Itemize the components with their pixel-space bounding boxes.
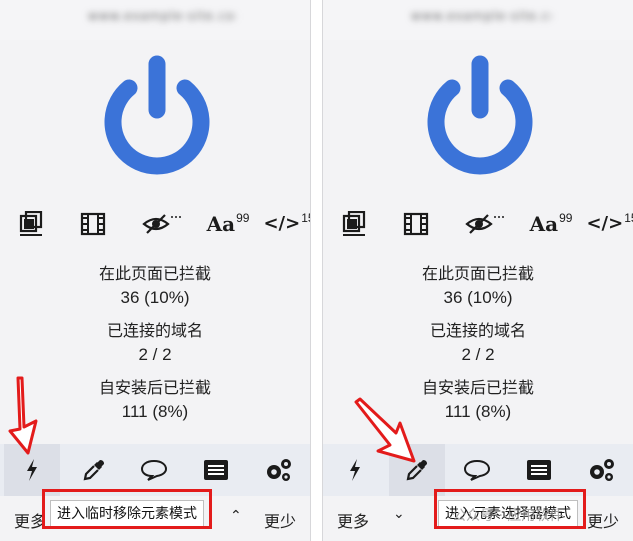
stat-label-domains: 已连接的域名 [106, 321, 203, 340]
script-count: 15 [301, 210, 310, 225]
hostname-label: www.example-site.com [88, 9, 236, 23]
dashboard-button[interactable] [250, 444, 306, 496]
list-icon [527, 460, 551, 480]
gears-icon [590, 459, 614, 481]
eye-slash-icon[interactable] [140, 196, 184, 251]
script-label: </> [263, 213, 301, 234]
panel-divider [310, 0, 323, 541]
list-icon [204, 460, 228, 480]
eyedropper-icon [83, 460, 104, 481]
speech-bubble-icon [463, 459, 491, 481]
eye-slash-icon[interactable] [463, 196, 507, 251]
stat-label-blocked-page: 在此页面已拦截 [421, 264, 534, 283]
fonts-label: Aa [206, 211, 236, 236]
fonts-label: Aa [529, 211, 559, 236]
annotation-box-right [434, 489, 586, 529]
stat-value-domains: 2 / 2 [461, 345, 495, 364]
annotation-arrow-left [8, 376, 38, 455]
cosmetic-filter-icon[interactable] [337, 196, 371, 251]
fonts-count: 99 [236, 210, 250, 225]
stat-label-blocked-page: 在此页面已拦截 [98, 264, 211, 283]
per-site-switches: Aa99 </>15 [0, 196, 310, 251]
script-count: 15 [624, 210, 633, 225]
media-film-icon[interactable] [399, 196, 433, 251]
lightning-icon [27, 459, 37, 481]
cosmetic-filter-icon[interactable] [14, 196, 48, 251]
fonts-icon[interactable]: Aa 99 [527, 196, 575, 251]
stat-value-blocked-page: 36 (10%) [443, 288, 513, 307]
stat-value-domains: 2 / 2 [138, 345, 172, 364]
chevron-up-icon[interactable]: ⌃ [230, 508, 242, 524]
gears-icon [267, 459, 291, 481]
stat-value-blocked-page: 36 (10%) [120, 288, 190, 307]
annotation-box-left [42, 489, 212, 529]
ublock-popup-left: www.example-site.com Aa99 </>15 在此页面已拦截 … [0, 0, 310, 541]
per-site-switches: Aa99 </>15 [323, 196, 633, 251]
speech-bubble-icon [140, 459, 168, 481]
code-script-icon[interactable]: </>15 [586, 196, 633, 251]
less-button[interactable]: 更少 [587, 508, 619, 532]
power-button[interactable] [419, 52, 541, 180]
fonts-icon[interactable]: Aa 99 [204, 196, 252, 251]
power-button[interactable] [96, 52, 218, 180]
stat-label-domains: 已连接的域名 [429, 321, 526, 340]
annotation-arrow-right [354, 397, 416, 463]
chevron-down-icon[interactable]: ⌄ [393, 506, 405, 522]
script-label: </> [586, 213, 624, 234]
hostname-label: www.example-site.com [411, 9, 551, 23]
code-script-icon[interactable]: </>15 [263, 196, 310, 251]
fonts-count: 99 [559, 210, 573, 225]
more-button[interactable]: 更多 [337, 508, 369, 532]
media-film-icon[interactable] [76, 196, 110, 251]
less-button[interactable]: 更少 [264, 508, 296, 532]
